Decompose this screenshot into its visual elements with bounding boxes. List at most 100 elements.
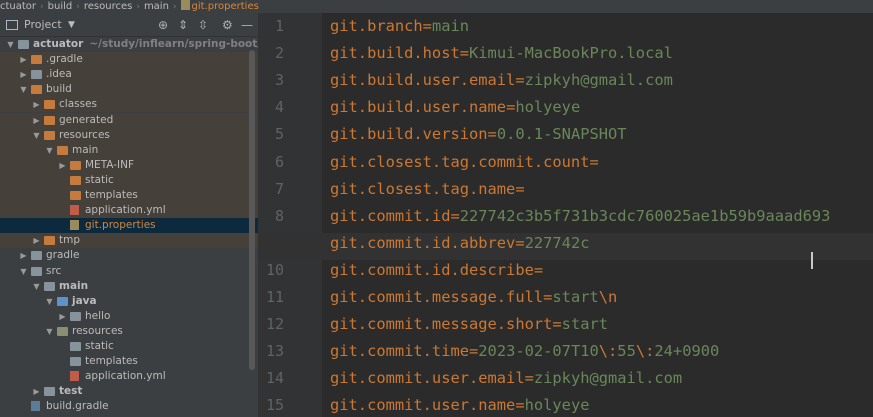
gear-icon[interactable]: ⚙: [222, 13, 233, 37]
code-line[interactable]: git.closest.tag.commit.count=: [330, 153, 599, 171]
tree-item-text: actuator: [33, 38, 84, 50]
chevron-down-icon[interactable]: ▼: [19, 82, 28, 97]
tree-item[interactable]: ▶ generated: [0, 112, 258, 128]
tree-item[interactable]: git.properties: [0, 218, 258, 234]
tree-item-text: META-INF: [85, 158, 135, 171]
code-line[interactable]: git.build.user.email=zipkyh@gmail.com: [330, 71, 673, 89]
tree-item[interactable]: ▶ gradle: [0, 248, 258, 263]
expand-all-icon[interactable]: ⇕: [178, 13, 188, 37]
code-line[interactable]: git.commit.time=2023-02-07T10\:55\:24+09…: [330, 342, 719, 360]
project-tree-scrollbar[interactable]: [249, 50, 255, 370]
line-number: 1: [274, 17, 284, 35]
tree-item[interactable]: ▶ .gradle: [0, 52, 258, 68]
chevron-right-icon[interactable]: ▶: [58, 309, 67, 324]
tree-item[interactable]: static: [0, 172, 258, 188]
property-key: git.commit.message.full: [330, 288, 544, 306]
code-line[interactable]: git.commit.user.name=holyeye: [330, 396, 589, 414]
chevron-right-icon[interactable]: ▶: [19, 248, 28, 263]
tree-item[interactable]: ▶ classes: [0, 97, 258, 113]
tree-item[interactable]: ▼ actuator ~/study/inflearn/spring-boot/so…: [0, 37, 258, 52]
tree-item[interactable]: ▶ tmp: [0, 233, 258, 249]
chevron-right-icon[interactable]: ▶: [58, 158, 67, 173]
locate-icon[interactable]: ⊕: [158, 13, 168, 37]
tree-item[interactable]: ▼ resources: [0, 324, 258, 339]
chevron-down-icon[interactable]: ▼: [45, 143, 54, 158]
tree-item[interactable]: ▼ java: [0, 294, 258, 309]
breadcrumb-separator-icon: ›: [172, 2, 177, 12]
chevron-right-icon[interactable]: ▶: [32, 384, 41, 399]
chevron-right-icon[interactable]: ▶: [19, 67, 28, 82]
tree-item[interactable]: templates: [0, 354, 258, 369]
chevron-down-icon[interactable]: ▼: [32, 279, 41, 294]
file-icon: [70, 205, 79, 216]
tree-item-label: META-INF: [85, 158, 134, 173]
tree-item-text: java: [72, 294, 97, 307]
chevron-right-icon[interactable]: ▶: [32, 113, 41, 128]
tree-item-label: main: [72, 143, 98, 158]
tree-item[interactable]: templates: [0, 188, 258, 203]
property-value: 0.0.1-SNAPSHOT: [496, 125, 627, 144]
property-value: main: [431, 17, 470, 35]
tree-item[interactable]: ▶ .idea: [0, 67, 258, 83]
tree-item[interactable]: ▼ main: [0, 142, 258, 158]
tree-item[interactable]: ▶ hello: [0, 309, 258, 324]
breadcrumb-item[interactable]: ctuator: [0, 1, 36, 13]
code-line[interactable]: git.build.version=0.0.1-SNAPSHOT: [330, 125, 627, 143]
chevron-right-icon[interactable]: ▶: [19, 52, 28, 67]
folder-icon: [70, 342, 81, 351]
tree-item[interactable]: ▶ META-INF: [0, 157, 258, 173]
folder-icon: [44, 387, 55, 397]
code-line[interactable]: git.closest.tag.name=: [330, 180, 525, 198]
code-line[interactable]: git.build.user.name=holyeye: [330, 98, 580, 116]
breadcrumb-item[interactable]: build: [48, 1, 73, 13]
tree-item[interactable]: ▼ main: [0, 279, 258, 294]
property-key: git.commit.time: [330, 342, 469, 361]
tree-item[interactable]: build.gradle: [0, 399, 258, 414]
code-line[interactable]: git.commit.id.describe=: [330, 261, 543, 279]
code-line[interactable]: git.commit.id.abbrev=227742c: [330, 234, 589, 252]
code-line[interactable]: git.commit.message.full=start\n: [330, 288, 617, 306]
folder-icon: [44, 236, 55, 246]
tree-item-label: application.yml: [85, 369, 166, 384]
tree-item-text: templates: [85, 189, 138, 201]
property-key: git.build.user.email: [330, 71, 516, 90]
hide-panel-icon[interactable]: —: [241, 13, 253, 37]
breadcrumb-item[interactable]: main: [144, 1, 169, 13]
code-line[interactable]: git.commit.id=227742c3b5f731b3cdc760025a…: [330, 207, 830, 225]
breadcrumb-separator-icon: ›: [76, 2, 80, 12]
code-editor[interactable]: 123456789101112131415 git.branch=main git…: [258, 13, 873, 417]
chevron-right-icon[interactable]: ▶: [32, 97, 41, 112]
tree-item[interactable]: application.yml: [0, 369, 258, 384]
tree-item[interactable]: application.yml: [0, 203, 258, 219]
code-line[interactable]: git.commit.message.short=start: [330, 315, 608, 333]
tree-item[interactable]: static: [0, 339, 258, 354]
tree-item-label: generated: [59, 113, 113, 128]
tree-item[interactable]: ▼ resources: [0, 127, 258, 143]
line-number-gutter: 123456789101112131415: [258, 13, 322, 417]
code-line[interactable]: git.build.host=Kimui-MacBookPro.local: [330, 44, 673, 62]
tree-item[interactable]: ▼ build: [0, 82, 258, 98]
chevron-down-icon[interactable]: ▼: [19, 264, 28, 279]
equals-sign: =: [469, 342, 479, 361]
chevron-down-icon[interactable]: ▼: [45, 294, 54, 309]
property-value: 227742c: [524, 233, 590, 252]
equals-sign: =: [515, 179, 525, 198]
code-line[interactable]: git.branch=main: [330, 17, 469, 35]
tree-item-text: static: [85, 173, 114, 186]
code-line[interactable]: git.commit.user.email=zipkyh@gmail.com: [330, 369, 682, 387]
tree-item-label: static: [85, 173, 114, 188]
property-key: git.build.version: [330, 125, 488, 144]
chevron-down-icon[interactable]: ▼: [68, 13, 75, 37]
tree-item[interactable]: ▼ src: [0, 264, 258, 279]
project-view-selector[interactable]: Project: [24, 13, 62, 37]
tree-item[interactable]: ▶ test: [0, 384, 258, 399]
chevron-down-icon[interactable]: ▼: [6, 37, 15, 52]
tree-item-text: build: [46, 83, 72, 96]
breadcrumb-item[interactable]: resources: [84, 1, 132, 13]
collapse-all-icon[interactable]: ⇳: [198, 13, 208, 37]
property-key: git.closest.tag.name: [330, 179, 516, 198]
chevron-down-icon[interactable]: ▼: [32, 128, 41, 143]
chevron-down-icon[interactable]: ▼: [45, 324, 54, 339]
breadcrumb-item[interactable]: git.properties: [192, 1, 259, 13]
chevron-right-icon[interactable]: ▶: [32, 233, 41, 248]
